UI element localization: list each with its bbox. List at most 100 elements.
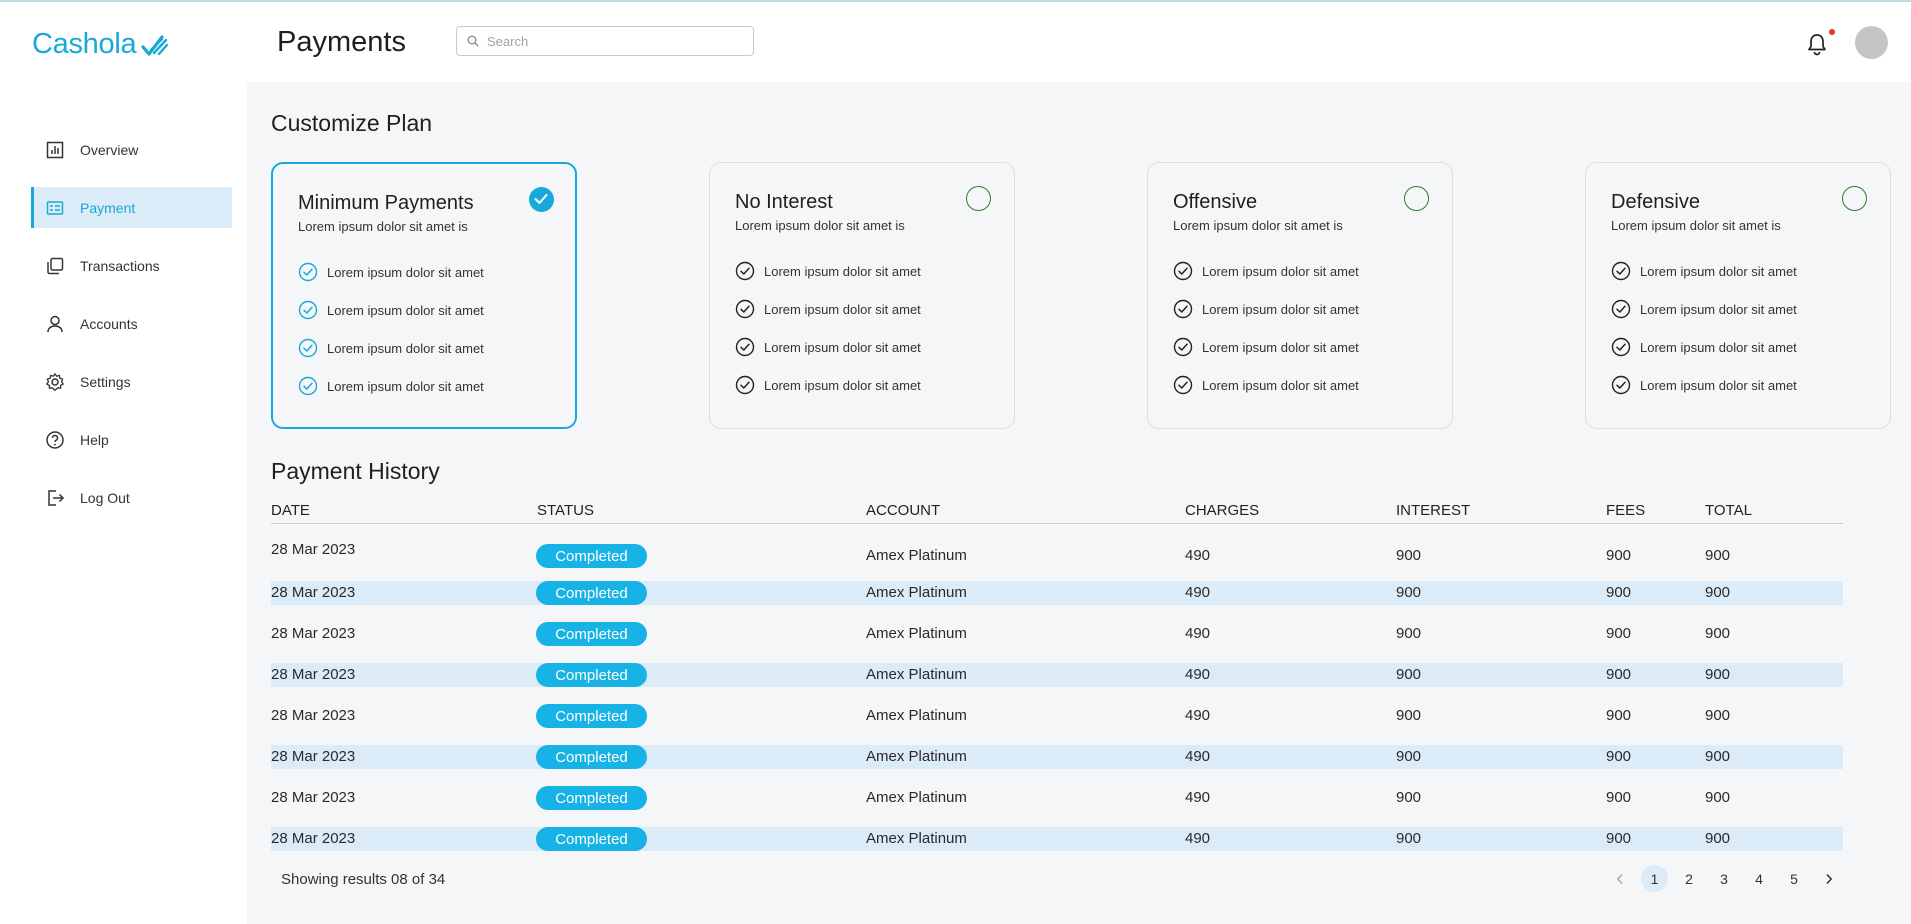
plan-feature: Lorem ipsum dolor sit amet [735,375,921,395]
cell-total: 900 [1705,789,1731,806]
check-circle-icon [1611,337,1631,357]
status-badge: Completed [536,663,647,687]
plan-feature: Lorem ipsum dolor sit amet [735,299,921,319]
check-circle-icon [1173,299,1193,319]
cell-charges: 490 [1185,547,1211,564]
plan-description: Lorem ipsum dolor sit amet is [1173,218,1343,233]
cell-total: 900 [1705,748,1731,765]
plan-radio[interactable] [966,186,991,211]
table-row[interactable]: 28 Mar 2023 Completed Amex Platinum 490 … [271,663,1843,687]
avatar[interactable] [1855,26,1888,59]
plan-feature-label: Lorem ipsum dolor sit amet [327,378,484,394]
plan-feature-label: Lorem ipsum dolor sit amet [1640,263,1797,279]
cell-total: 900 [1705,625,1731,642]
logo[interactable]: Cashola [32,28,170,61]
pagination-prev[interactable] [1608,865,1632,892]
cell-account: Amex Platinum [866,547,967,564]
pagination-next[interactable] [1817,865,1841,892]
column-header-fees[interactable]: FEES [1606,502,1645,519]
cell-charges: 490 [1185,830,1211,847]
cell-account: Amex Platinum [866,789,967,806]
sidebar-item-label: Transactions [80,257,160,274]
column-header-total[interactable]: TOTAL [1705,502,1752,519]
cell-interest: 900 [1396,666,1422,683]
status-badge: Completed [536,544,647,568]
sidebar-item-transactions[interactable]: Transactions [31,245,232,286]
payment-history-title: Payment History [271,458,440,484]
cell-fees: 900 [1606,547,1632,564]
cell-fees: 900 [1606,830,1632,847]
plan-card-defensive[interactable]: Defensive Lorem ipsum dolor sit amet is … [1585,162,1891,429]
cell-interest: 900 [1396,830,1422,847]
plan-feature-label: Lorem ipsum dolor sit amet [1202,339,1359,355]
check-icon [534,194,548,204]
sidebar-item-label: Accounts [80,315,138,332]
sidebar-item-label: Help [80,431,109,448]
payment-card-icon [46,201,64,215]
results-count: Showing results 08 of 34 [281,871,446,888]
cell-fees: 900 [1606,707,1632,724]
column-header-interest[interactable]: INTEREST [1396,502,1470,519]
plan-feature-label: Lorem ipsum dolor sit amet [1202,377,1359,393]
logout-icon [48,490,65,506]
plan-card-minimum-payments[interactable]: Minimum Payments Lorem ipsum dolor sit a… [271,162,577,429]
table-row[interactable]: 28 Mar 2023 Completed Amex Platinum 490 … [271,745,1843,769]
table-row[interactable]: 28 Mar 2023 Completed Amex Platinum 490 … [271,581,1843,605]
plan-name: Defensive [1611,191,1700,213]
plan-card-no-interest[interactable]: No Interest Lorem ipsum dolor sit amet i… [709,162,1015,429]
pagination-page-3[interactable]: 3 [1712,865,1736,892]
plan-feature-label: Lorem ipsum dolor sit amet [764,377,921,393]
plan-card-offensive[interactable]: Offensive Lorem ipsum dolor sit amet is … [1147,162,1453,429]
cell-fees: 900 [1606,584,1632,601]
sidebar-item-settings[interactable]: Settings [31,361,232,402]
page-title: Payments [277,26,406,58]
search-box[interactable] [456,26,754,56]
sidebar-item-label: Log Out [80,489,130,506]
cell-fees: 900 [1606,625,1632,642]
gear-icon [46,373,64,391]
column-header-status[interactable]: STATUS [537,502,594,519]
check-circle-icon [1611,375,1631,395]
column-header-account[interactable]: ACCOUNT [866,502,940,519]
table-row[interactable]: 28 Mar 2023 Completed Amex Platinum 490 … [271,827,1843,851]
plan-radio-checked[interactable] [529,187,554,212]
column-header-date[interactable]: DATE [271,502,310,519]
plan-radio[interactable] [1404,186,1429,211]
column-header-charges[interactable]: CHARGES [1185,502,1259,519]
plan-feature: Lorem ipsum dolor sit amet [735,337,921,357]
customize-plan-title: Customize Plan [271,110,433,136]
cell-interest: 900 [1396,625,1422,642]
sidebar-item-accounts[interactable]: Accounts [31,303,232,344]
sidebar-item-help[interactable]: Help [31,419,232,460]
chevron-right-icon [1826,873,1833,884]
pagination-page-2[interactable]: 2 [1677,865,1701,892]
table-row[interactable]: 28 Mar 2023 Completed Amex Platinum 490 … [271,541,1843,568]
bar-chart-icon [46,141,64,159]
plan-description: Lorem ipsum dolor sit amet is [735,218,905,233]
cell-account: Amex Platinum [866,584,967,601]
pagination-page-4[interactable]: 4 [1747,865,1771,892]
top-border [0,0,1911,2]
sidebar-item-overview[interactable]: Overview [31,129,232,170]
pagination-page-1[interactable]: 1 [1641,865,1668,892]
plan-description: Lorem ipsum dolor sit amet is [1611,218,1781,233]
cell-date: 28 Mar 2023 [271,748,356,765]
cell-total: 900 [1705,707,1731,724]
search-input[interactable] [485,32,729,50]
cell-date: 28 Mar 2023 [271,707,356,724]
bell-icon[interactable] [1806,32,1828,56]
check-circle-icon [1611,299,1631,319]
table-row[interactable]: 28 Mar 2023 Completed Amex Platinum 490 … [271,622,1843,646]
pagination-page-5[interactable]: 5 [1782,865,1806,892]
plan-feature-label: Lorem ipsum dolor sit amet [1640,377,1797,393]
table-row[interactable]: 28 Mar 2023 Completed Amex Platinum 490 … [271,704,1843,728]
sidebar-item-logout[interactable]: Log Out [31,477,232,518]
sidebar-item-payment[interactable]: Payment [31,187,232,228]
check-circle-icon [298,262,318,282]
table-row[interactable]: 28 Mar 2023 Completed Amex Platinum 490 … [271,786,1843,810]
plan-description: Lorem ipsum dolor sit amet is [298,219,468,234]
sidebar-item-label: Settings [80,373,131,390]
plan-feature-label: Lorem ipsum dolor sit amet [764,339,921,355]
plan-radio[interactable] [1842,186,1867,211]
plan-feature-label: Lorem ipsum dolor sit amet [327,302,484,318]
